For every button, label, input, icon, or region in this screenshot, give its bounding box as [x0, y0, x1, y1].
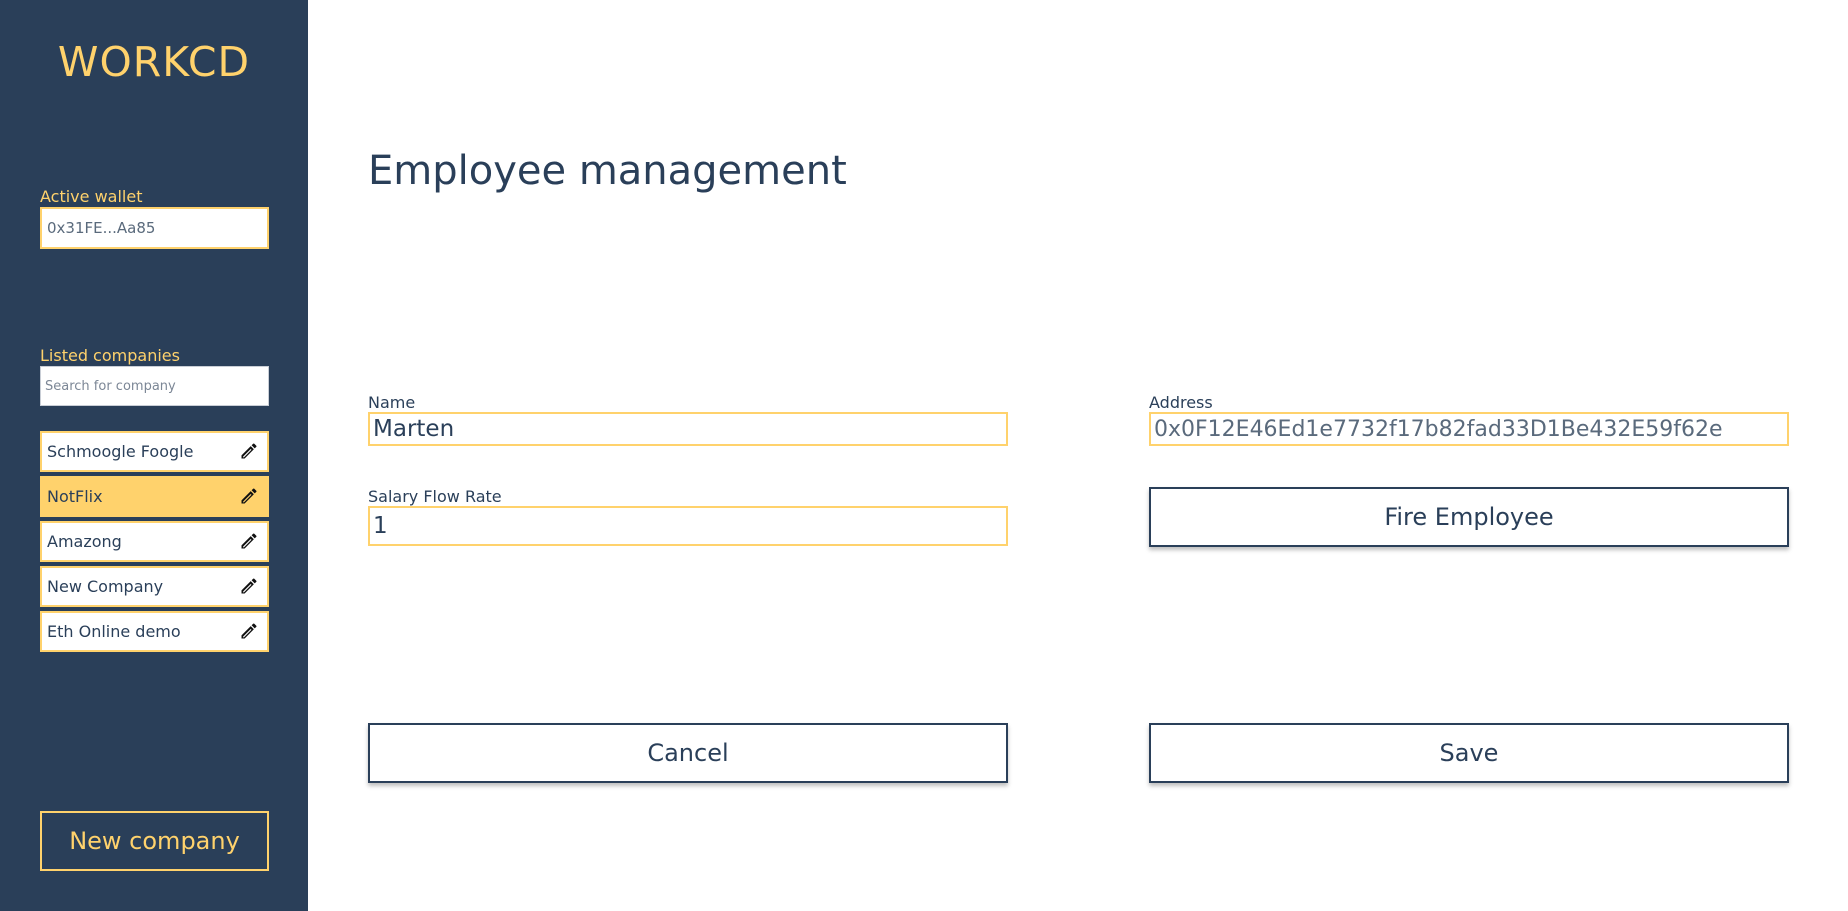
page-title: Employee management	[368, 148, 847, 194]
company-search-input[interactable]	[40, 366, 269, 406]
brand-logo: WORKCD	[57, 38, 251, 86]
pencil-icon[interactable]	[239, 486, 259, 506]
sidebar: WORKCD Active wallet 0x31FE...Aa85 Liste…	[0, 0, 308, 911]
company-list-item[interactable]: NotFlix	[40, 476, 269, 517]
company-name: Schmoogle Foogle	[47, 442, 194, 461]
company-list-item[interactable]: Eth Online demo	[40, 611, 269, 652]
company-name: New Company	[47, 577, 164, 596]
fire-employee-button[interactable]: Fire Employee	[1149, 487, 1789, 547]
pencil-icon[interactable]	[239, 576, 259, 596]
app-root: WORKCD Active wallet 0x31FE...Aa85 Liste…	[0, 0, 1848, 911]
pencil-icon[interactable]	[239, 441, 259, 461]
company-list: Schmoogle Foogle NotFlix Amazong New Compan…	[40, 431, 269, 656]
name-input[interactable]	[368, 412, 1008, 446]
salary-flow-rate-label: Salary Flow Rate	[368, 487, 502, 506]
new-company-button[interactable]: New company	[40, 811, 269, 871]
active-wallet-label: Active wallet	[40, 187, 143, 206]
address-label: Address	[1149, 393, 1213, 412]
main-content: Employee management Name Salary Flow Rat…	[308, 0, 1848, 911]
save-button[interactable]: Save	[1149, 723, 1789, 783]
salary-flow-rate-input[interactable]	[368, 506, 1008, 546]
address-input[interactable]	[1149, 412, 1789, 446]
company-name: NotFlix	[47, 487, 103, 506]
company-name: Eth Online demo	[47, 622, 181, 641]
company-name: Amazong	[47, 532, 122, 551]
company-list-item[interactable]: New Company	[40, 566, 269, 607]
company-list-item[interactable]: Amazong	[40, 521, 269, 562]
pencil-icon[interactable]	[239, 531, 259, 551]
active-wallet-field[interactable]: 0x31FE...Aa85	[40, 207, 269, 249]
listed-companies-label: Listed companies	[40, 346, 180, 365]
cancel-button[interactable]: Cancel	[368, 723, 1008, 783]
company-list-item[interactable]: Schmoogle Foogle	[40, 431, 269, 472]
pencil-icon[interactable]	[239, 621, 259, 641]
name-label: Name	[368, 393, 416, 412]
